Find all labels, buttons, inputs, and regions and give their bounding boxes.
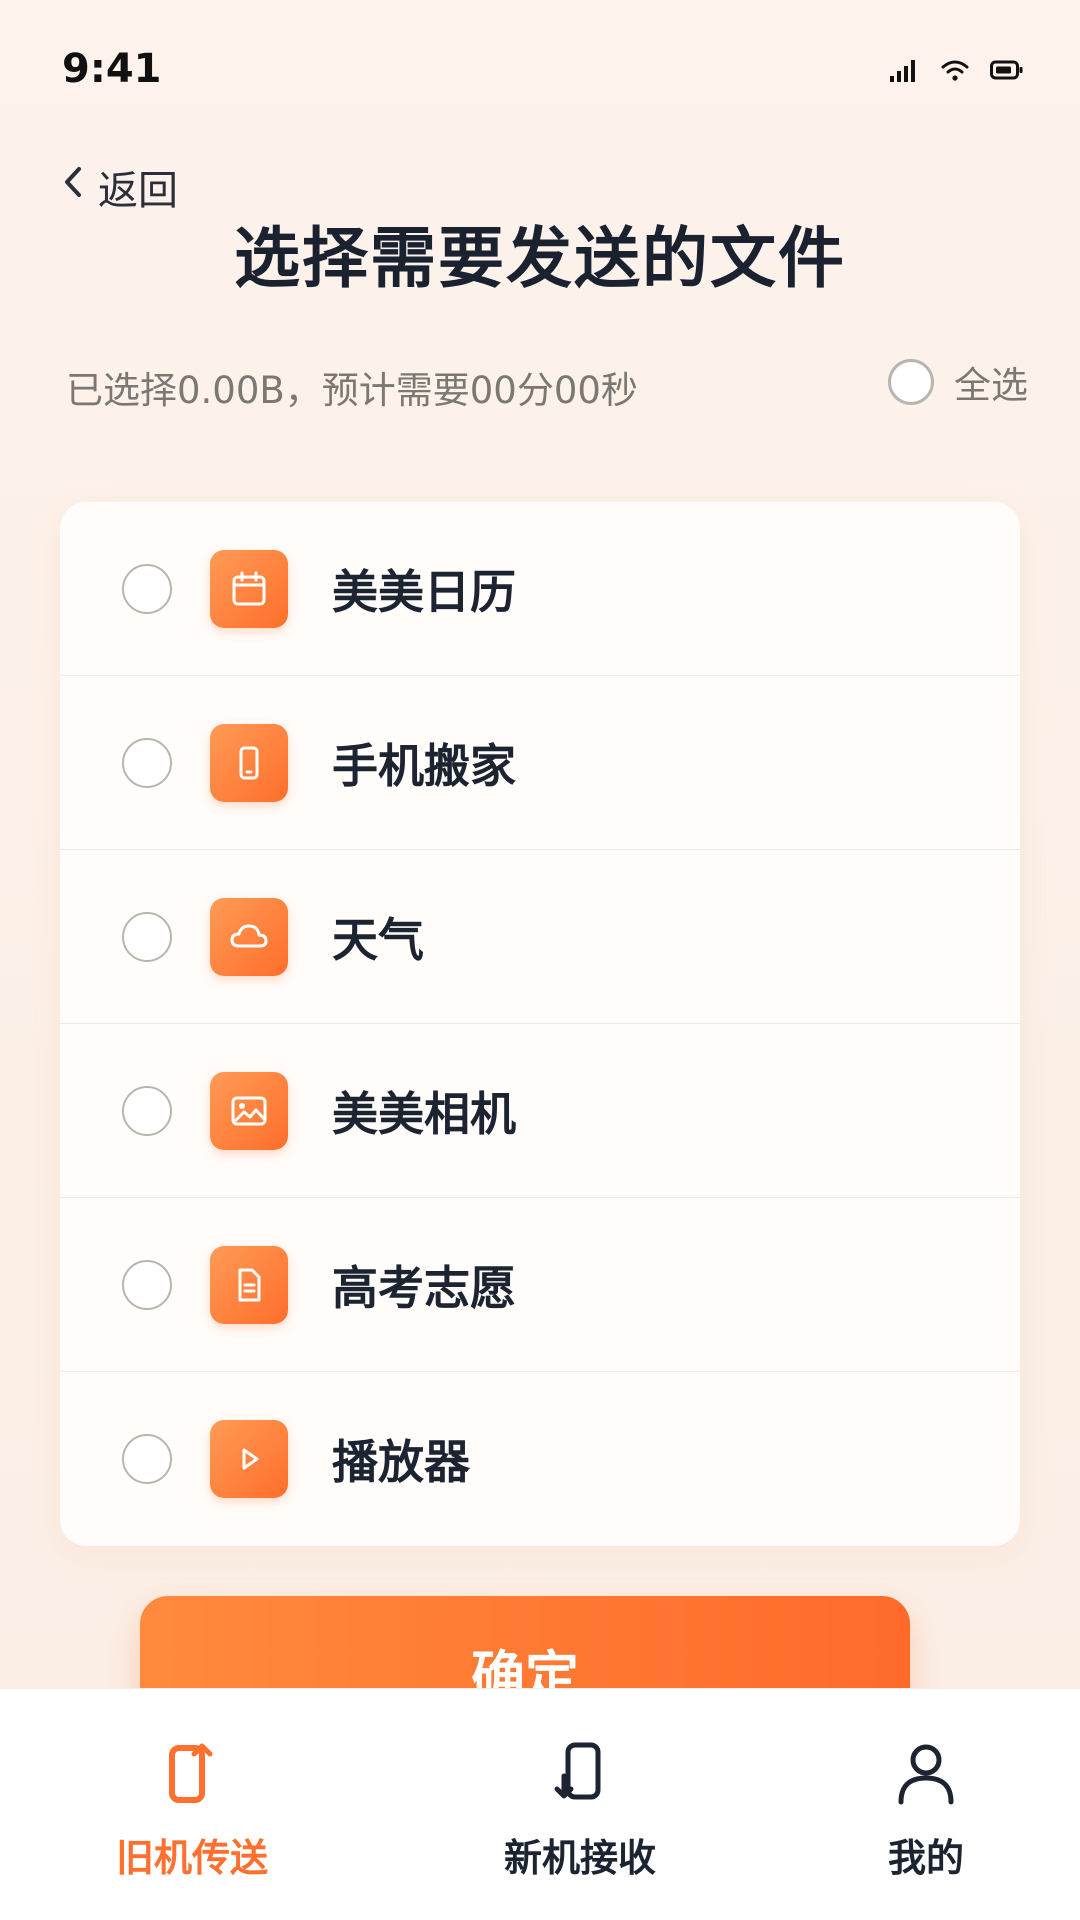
wifi-icon [940, 58, 970, 86]
select-all-toggle[interactable]: 全选 [888, 355, 1028, 409]
tab-label: 我的 [887, 1836, 964, 1880]
tab-mine[interactable]: 我的 [806, 1689, 1046, 1920]
cloud-icon [210, 897, 288, 976]
item-radio[interactable] [122, 737, 172, 788]
app-screen: 9:41 返回 选择需要发送的文件 已选择0.00B，预计需要00分00秒 全选… [0, 0, 1080, 1920]
status-bar: 9:41 [0, 0, 1080, 140]
list-item[interactable]: 美美日历 [60, 502, 1020, 676]
item-radio[interactable] [122, 1085, 172, 1136]
tab-label: 新机接收 [503, 1836, 656, 1880]
list-item[interactable]: 高考志愿 [60, 1198, 1020, 1372]
list-item[interactable]: 播放器 [60, 1372, 1020, 1546]
document-icon [210, 1245, 288, 1324]
tab-old-phone-send[interactable]: 旧机传送 [72, 1689, 312, 1920]
image-icon [210, 1071, 288, 1150]
item-name: 播放器 [332, 1435, 470, 1489]
user-icon [895, 1737, 957, 1809]
tab-new-phone-receive[interactable]: 新机接收 [460, 1689, 700, 1920]
battery-icon [990, 59, 1024, 85]
list-item[interactable]: 手机搬家 [60, 676, 1020, 850]
status-icons [890, 58, 1024, 86]
select-all-label: 全选 [954, 364, 1028, 407]
item-name: 手机搬家 [332, 738, 516, 793]
item-name: 天气 [332, 912, 424, 967]
select-all-radio[interactable] [888, 359, 934, 405]
bottom-tab-bar: 旧机传送 新机接收 我的 [0, 1688, 1080, 1920]
item-name: 美美日历 [332, 564, 516, 619]
chevron-left-icon [62, 164, 84, 210]
status-time: 9:41 [62, 46, 162, 92]
page-title: 选择需要发送的文件 [234, 220, 846, 297]
item-radio[interactable] [122, 563, 172, 614]
list-item[interactable]: 美美相机 [60, 1024, 1020, 1198]
selection-summary: 已选择0.00B，预计需要00分00秒 [66, 369, 638, 412]
tab-label: 旧机传送 [115, 1836, 268, 1880]
play-icon [210, 1420, 288, 1498]
old-phone-send-icon [164, 1737, 220, 1809]
item-name: 美美相机 [332, 1086, 516, 1141]
list-item[interactable]: 天气 [60, 850, 1020, 1024]
new-phone-receive-icon [552, 1737, 608, 1809]
phone-icon [210, 723, 288, 802]
item-name: 高考志愿 [332, 1260, 516, 1315]
signal-icon [890, 58, 920, 86]
item-radio[interactable] [122, 1259, 172, 1310]
item-radio[interactable] [122, 911, 172, 962]
file-list: 美美日历 手机搬家 天气 美美相机 高考志愿 播放器 [60, 502, 1020, 1546]
calendar-icon [210, 549, 288, 628]
item-radio[interactable] [122, 1434, 172, 1484]
